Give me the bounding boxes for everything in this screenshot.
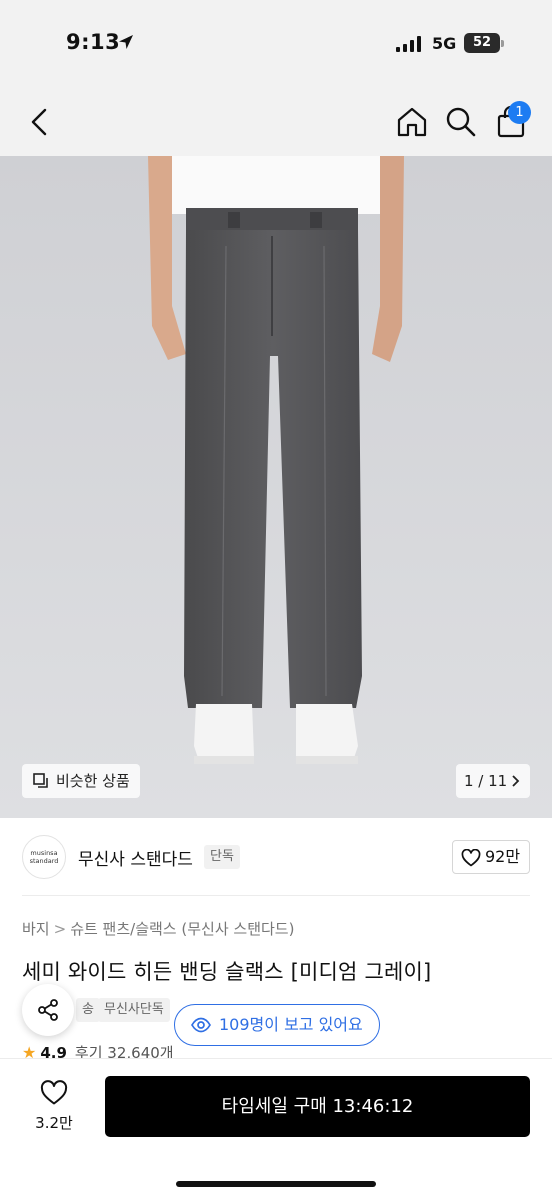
brand-like-button[interactable]: 92만 [452, 840, 530, 874]
search-icon[interactable] [443, 104, 479, 140]
breadcrumb-separator: > [53, 920, 67, 938]
location-arrow-icon [119, 35, 133, 49]
status-bar: 9:13 5G 52 [0, 0, 552, 88]
product-image-gallery[interactable] [0, 156, 552, 818]
battery-icon: 52 [464, 33, 504, 53]
home-indicator [176, 1181, 376, 1187]
image-pager-text: 1 / 11 [464, 772, 508, 790]
brand-logo[interactable]: musinsa standard [22, 835, 66, 879]
battery-tip [501, 40, 504, 47]
product-title: 세미 와이드 히든 밴딩 슬랙스 [미디엄 그레이] [22, 960, 432, 984]
home-icon[interactable] [394, 104, 430, 140]
chevron-right-icon [512, 775, 520, 787]
wishlist-count: 3.2만 [35, 1114, 73, 1132]
brand-logo-line1: musinsa [30, 849, 58, 857]
status-time: 9:13 [66, 30, 121, 54]
product-tag: 송 [76, 998, 100, 1022]
brand-name[interactable]: 무신사 스탠다드 [78, 845, 193, 870]
brand-logo-text: musinsa standard [23, 849, 65, 865]
brand-like-count: 92만 [485, 847, 521, 866]
similar-items-icon [33, 773, 48, 788]
cart-count-badge: 1 [508, 101, 531, 124]
breadcrumb-item[interactable]: 바지 [22, 920, 50, 938]
viewers-count-text: 109명이 보고 있어요 [219, 1015, 363, 1034]
chevron-left-icon[interactable] [22, 104, 58, 140]
exclusive-badge: 단독 [204, 845, 240, 869]
share-icon [38, 999, 58, 1021]
wishlist-button[interactable]: 3.2만 [22, 1078, 86, 1138]
breadcrumb-item[interactable]: 슈트 팬츠/슬랙스 (무신사 스탠다드) [70, 920, 294, 938]
signal-icon [396, 36, 421, 52]
divider [22, 895, 530, 896]
image-pager[interactable]: 1 / 11 [456, 764, 530, 798]
breadcrumb: 바지 > 슈트 팬츠/슬랙스 (무신사 스탠다드) [22, 918, 294, 939]
brand-logo-line2: standard [29, 857, 59, 865]
top-nav [0, 88, 552, 156]
heart-icon [40, 1080, 68, 1105]
eye-icon [191, 1017, 211, 1033]
similar-products-button[interactable]: 비슷한 상품 [22, 764, 140, 798]
share-button[interactable] [22, 984, 74, 1036]
battery-level: 52 [464, 33, 500, 53]
network-type: 5G [432, 34, 457, 53]
buy-button[interactable]: 타임세일 구매 13:46:12 [105, 1076, 530, 1137]
product-tag: 무신사단독 [98, 998, 170, 1022]
product-photo-pants [0, 156, 552, 818]
heart-icon [461, 849, 481, 867]
similar-products-label: 비슷한 상품 [56, 772, 130, 790]
viewers-count-pill: 109명이 보고 있어요 [174, 1004, 380, 1046]
